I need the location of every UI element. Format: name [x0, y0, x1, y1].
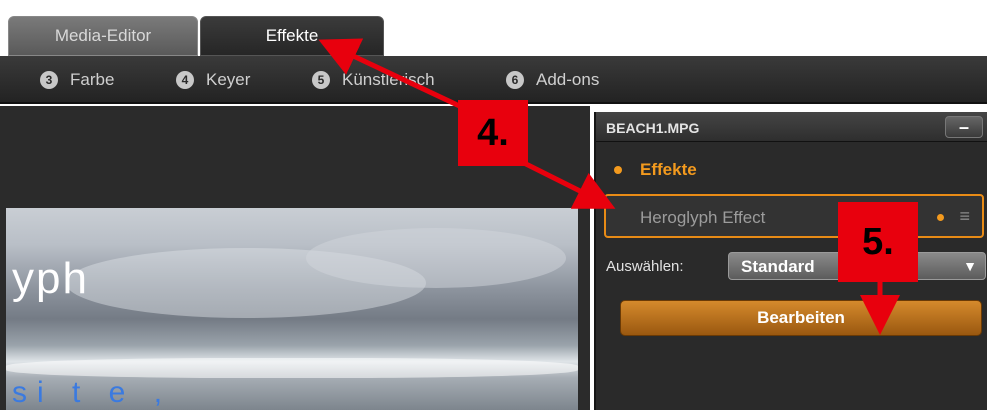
effects-panel: BEACH1.MPG – Effekte Heroglyph Effect ≡ … [594, 112, 987, 410]
step-number-badge: 6 [506, 71, 524, 89]
nav-item-label: Add-ons [536, 70, 600, 89]
tab-effekte[interactable]: Effekte [200, 16, 384, 56]
nav-item-label: Keyer [206, 70, 251, 89]
effects-category-nav: 3 Farbe 4 Keyer 5 Künstlerisch 6 Add-ons [0, 56, 987, 104]
menu-icon[interactable]: ≡ [959, 206, 970, 227]
step-number-badge: 4 [176, 71, 194, 89]
preset-select-row: Auswählen: Standard ▼ [606, 252, 986, 282]
step-4-callout: 4. [458, 100, 528, 166]
clip-title: BEACH1.MPG [606, 120, 700, 136]
step-number-badge: 3 [40, 71, 58, 89]
active-dot-icon [937, 214, 944, 221]
nav-item-kuenstlerisch[interactable]: 5 Künstlerisch [312, 70, 435, 90]
surf-shape [6, 358, 578, 378]
step-number-badge: 5 [312, 71, 330, 89]
effect-item-heroglyph[interactable]: Heroglyph Effect ≡ [604, 194, 984, 238]
minimize-button[interactable]: – [945, 116, 983, 138]
effects-section-label: Effekte [640, 160, 697, 179]
nav-item-farbe[interactable]: 3 Farbe [40, 70, 114, 90]
edit-button[interactable]: Bearbeiten [620, 300, 982, 336]
tab-strip: Media-Editor Effekte [0, 0, 987, 56]
nav-item-add-ons[interactable]: 6 Add-ons [506, 70, 599, 90]
effects-section-header[interactable]: Effekte [596, 156, 987, 184]
effect-name: Heroglyph Effect [640, 208, 766, 227]
nav-item-label: Farbe [70, 70, 115, 89]
video-frame: yph si t e , [6, 208, 578, 410]
bullet-icon [614, 166, 622, 174]
step-5-callout: 5. [838, 202, 918, 282]
cloud-shape [306, 228, 566, 288]
nav-item-label: Künstlerisch [342, 70, 435, 89]
nav-item-keyer[interactable]: 4 Keyer [176, 70, 250, 90]
preset-label: Auswählen: [606, 258, 684, 275]
video-bottom-text: si t e , [12, 376, 173, 409]
tab-media-editor[interactable]: Media-Editor [8, 16, 198, 56]
panel-header: BEACH1.MPG – [596, 112, 987, 142]
app-window: Media-Editor Effekte 3 Farbe 4 Keyer 5 K… [0, 0, 987, 410]
video-overlay-text: yph [12, 254, 89, 303]
preset-select-value: Standard [741, 257, 815, 276]
dropdown-arrow-icon: ▼ [963, 258, 977, 274]
